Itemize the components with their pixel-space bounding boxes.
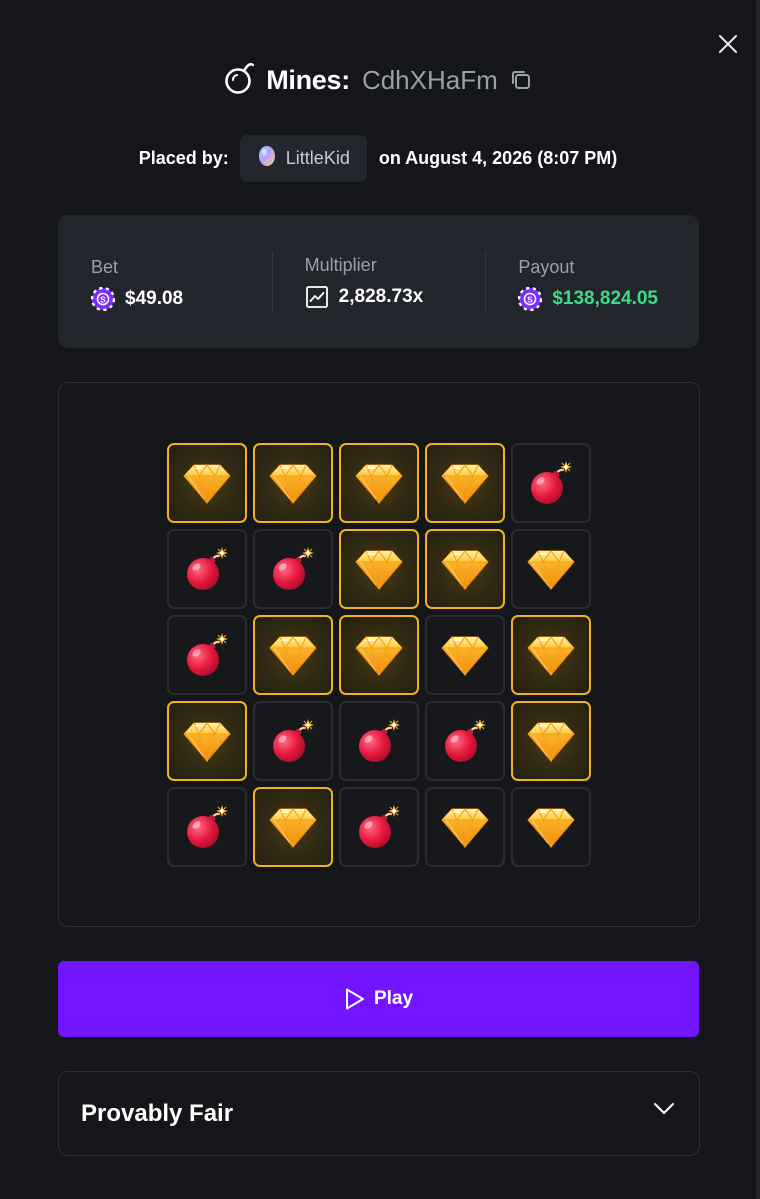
gem-icon <box>268 633 318 677</box>
gem-icon <box>440 547 490 591</box>
copy-icon[interactable] <box>510 69 532 91</box>
payout-label: Payout <box>518 257 575 277</box>
placed-date: on August 4, 2026 (8:07 PM) <box>378 147 618 168</box>
tile-gem <box>511 701 591 781</box>
gem-icon <box>440 805 490 849</box>
tile-gem <box>167 701 247 781</box>
stat-multiplier: Multiplier 2,828.73x <box>271 215 486 348</box>
tile-gem <box>167 443 247 523</box>
tile-mine <box>425 701 505 781</box>
gem-icon <box>440 461 490 505</box>
tile-gem <box>511 787 591 867</box>
tile-mine <box>167 529 247 609</box>
multiplier-label: Multiplier <box>304 255 377 275</box>
modal-header: Mines: CdhXHaFm <box>0 58 756 102</box>
mines-grid <box>167 443 591 867</box>
tile-gem <box>339 443 419 523</box>
mine-icon <box>267 545 319 593</box>
tile-gem <box>425 615 505 695</box>
mine-icon <box>181 803 233 851</box>
gem-icon <box>268 461 318 505</box>
chip-icon: S <box>518 287 543 311</box>
play-label: Play <box>373 988 414 1009</box>
bomb-icon <box>224 61 256 100</box>
avatar <box>258 145 276 172</box>
game-name: Mines: <box>266 64 350 95</box>
svg-text:S: S <box>528 294 534 304</box>
tile-gem <box>511 615 591 695</box>
multiplier-value: 2,828.73x <box>338 286 424 307</box>
provably-fair-toggle[interactable]: Provably Fair <box>58 1071 700 1156</box>
placed-by-label: Placed by: <box>138 147 229 168</box>
tile-gem <box>253 787 333 867</box>
chart-icon <box>305 285 329 309</box>
tile-gem <box>511 529 591 609</box>
tile-gem <box>339 615 419 695</box>
tile-mine <box>253 529 333 609</box>
bet-value-row: S $49.08 <box>91 287 183 311</box>
mine-icon <box>181 631 233 679</box>
play-button[interactable]: Play <box>58 961 699 1037</box>
multiplier-value-row: 2,828.73x <box>305 285 424 309</box>
mine-icon <box>181 545 233 593</box>
tile-mine <box>167 615 247 695</box>
mine-icon <box>439 717 491 765</box>
gem-icon <box>354 633 404 677</box>
tile-gem <box>253 443 333 523</box>
stat-payout: Payout S $138,824.05 <box>485 215 699 348</box>
close-icon <box>719 35 737 53</box>
chevron-down-icon <box>654 1103 674 1114</box>
username: LittleKid <box>285 147 350 168</box>
mine-icon <box>353 803 405 851</box>
game-id: CdhXHaFm <box>361 64 498 95</box>
tile-gem <box>253 615 333 695</box>
svg-text:S: S <box>100 294 106 304</box>
gem-icon <box>526 719 576 763</box>
user-pill[interactable]: LittleKid <box>239 134 367 182</box>
tile-mine <box>511 443 591 523</box>
gem-icon <box>182 719 232 763</box>
tile-gem <box>425 787 505 867</box>
stat-bet: Bet S $49.08 <box>58 215 272 348</box>
bet-label: Bet <box>91 257 119 277</box>
gem-icon <box>354 547 404 591</box>
gem-icon <box>526 805 576 849</box>
mine-icon <box>267 717 319 765</box>
tile-mine <box>167 787 247 867</box>
tile-mine <box>253 701 333 781</box>
mine-icon <box>353 717 405 765</box>
chip-icon: S <box>91 287 115 311</box>
tile-gem <box>425 443 505 523</box>
mines-board-panel <box>58 382 700 927</box>
payout-value-row: S $138,824.05 <box>518 287 658 311</box>
tile-mine <box>339 787 419 867</box>
placed-by-row: Placed by: LittleKid on August 4, 2026 (… <box>0 134 756 182</box>
tile-mine <box>339 701 419 781</box>
provably-fair-title: Provably Fair <box>81 1099 234 1127</box>
gem-icon <box>526 547 576 591</box>
gem-icon <box>182 461 232 505</box>
bet-details-modal: Mines: CdhXHaFm Placed by: LittleKid on … <box>0 0 760 1199</box>
bet-stats-panel: Bet S $49.08 Multiplier 2,828.73x Payout… <box>58 215 699 348</box>
play-icon <box>345 988 364 1010</box>
tile-gem <box>425 529 505 609</box>
gem-icon <box>440 633 490 677</box>
gem-icon <box>268 805 318 849</box>
bet-value: $49.08 <box>125 288 184 309</box>
gem-icon <box>526 633 576 677</box>
tile-gem <box>339 529 419 609</box>
gem-icon <box>354 461 404 505</box>
close-button[interactable] <box>710 26 746 62</box>
mine-icon <box>525 459 577 507</box>
payout-value: $138,824.05 <box>552 288 659 309</box>
